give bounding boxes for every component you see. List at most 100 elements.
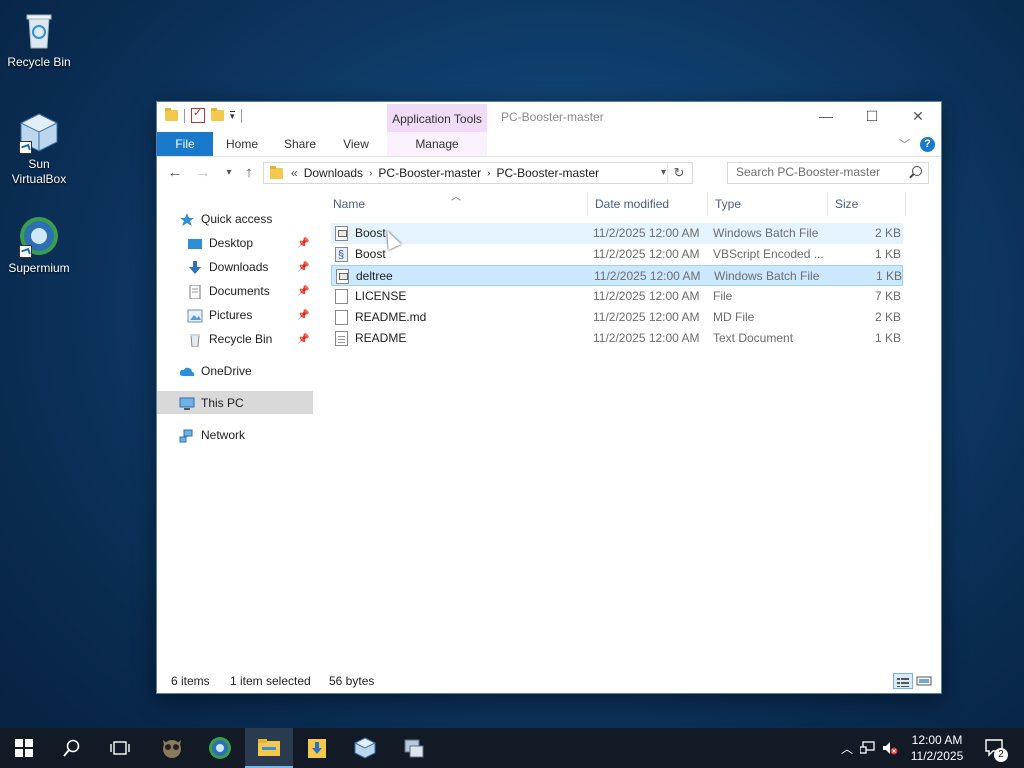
file-date: 11/2/2025 12:00 AM: [594, 269, 701, 283]
address-bar[interactable]: « Downloads › PC-Booster-master › PC-Boo…: [263, 162, 693, 184]
desktop-icon-label: Recycle Bin: [7, 55, 71, 69]
file-row-selected[interactable]: deltree 11/2/2025 12:00 AM Windows Batch…: [331, 265, 903, 286]
file-row[interactable]: README.md 11/2/2025 12:00 AM MD File 2 K…: [331, 307, 903, 328]
column-header-date-modified[interactable]: Date modified: [595, 192, 705, 216]
forward-arrow-icon[interactable]: →: [193, 163, 213, 183]
pin-icon: 📌: [297, 286, 310, 297]
recent-locations-chevron-icon[interactable]: ▾: [219, 163, 239, 183]
file-name: deltree: [356, 269, 393, 283]
back-arrow-icon[interactable]: ←: [165, 163, 185, 183]
customize-toolbar-chevron-icon[interactable]: ▾: [230, 111, 235, 121]
tab-home[interactable]: Home: [217, 132, 267, 156]
pin-icon: 📌: [297, 238, 310, 249]
computer-management-icon: [404, 739, 424, 758]
blank-file-icon: [335, 310, 348, 325]
large-icons-view-icon[interactable]: [915, 673, 935, 689]
network-status-icon[interactable]: [856, 741, 880, 755]
new-folder-icon[interactable]: [211, 108, 224, 121]
file-row[interactable]: Boost 11/2/2025 12:00 AM Windows Batch F…: [331, 223, 903, 244]
properties-icon[interactable]: [191, 106, 205, 123]
taskbar-file-explorer[interactable]: [245, 728, 293, 768]
column-divider: [827, 192, 828, 216]
desktop-icon-supermium[interactable]: Supermium: [2, 214, 76, 276]
breadcrumb-pc-booster-master-current[interactable]: PC-Booster-master: [490, 166, 605, 180]
desktop-icon-virtualbox[interactable]: Sun VirtualBox: [2, 110, 76, 187]
item-count: 6 items: [171, 674, 210, 688]
nav-quick-access[interactable]: Quick access: [179, 208, 272, 230]
system-tray: ︿: [838, 728, 900, 768]
tab-share[interactable]: Share: [275, 132, 325, 156]
search-button[interactable]: [48, 728, 96, 768]
nav-label: Downloads: [209, 260, 269, 274]
folder-download-icon: [308, 739, 326, 758]
file-name: README.md: [355, 310, 427, 324]
address-dropdown-icon[interactable]: ▾: [661, 163, 666, 183]
nav-downloads[interactable]: Downloads: [187, 256, 268, 278]
expand-ribbon-chevron-icon[interactable]: ﹀: [899, 136, 910, 152]
file-type: MD File: [713, 310, 755, 324]
show-hidden-icons-chevron-icon[interactable]: ︿: [838, 740, 856, 757]
search-input[interactable]: [728, 163, 906, 181]
desktop-icon: [187, 236, 203, 250]
taskbar-app-1[interactable]: [148, 728, 196, 768]
details-view-icon[interactable]: [893, 673, 913, 689]
maximize-button[interactable]: ☐: [849, 102, 895, 132]
file-row[interactable]: LICENSE 11/2/2025 12:00 AM File 7 KB: [331, 286, 903, 307]
nav-label: Quick access: [201, 212, 273, 226]
file-name: LICENSE: [355, 289, 407, 303]
nav-desktop[interactable]: Desktop: [187, 232, 253, 254]
breadcrumb-downloads[interactable]: Downloads: [298, 166, 369, 180]
taskbar-virtualbox[interactable]: [341, 728, 389, 768]
task-view-icon: [110, 741, 130, 755]
nav-pictures[interactable]: Pictures: [187, 304, 252, 326]
column-divider: [587, 192, 588, 216]
file-row[interactable]: Boost 11/2/2025 12:00 AM VBScript Encode…: [331, 244, 903, 266]
column-header-size[interactable]: Size: [835, 192, 895, 216]
tab-file[interactable]: File: [157, 132, 213, 156]
tab-manage[interactable]: Manage: [387, 132, 487, 156]
file-size: 2 KB: [874, 310, 901, 324]
volume-muted-icon[interactable]: [880, 741, 900, 755]
column-header-type[interactable]: Type: [715, 192, 815, 216]
taskbar: ︿ 12:00 AM 11/2/2025 2: [0, 728, 1024, 768]
minimize-button[interactable]: —: [803, 102, 849, 132]
action-center-button[interactable]: 2: [980, 728, 1010, 768]
file-name: Boost: [355, 247, 386, 261]
toolbar-divider: [184, 108, 185, 123]
title-bar[interactable]: ▾ Application Tools PC-Booster-master — …: [157, 102, 941, 132]
nav-documents[interactable]: Documents: [187, 280, 270, 302]
nav-label: This PC: [201, 396, 244, 410]
nav-label: Desktop: [209, 236, 254, 250]
start-button[interactable]: [0, 728, 48, 768]
taskbar-supermium[interactable]: [196, 728, 244, 768]
tab-view[interactable]: View: [331, 132, 381, 156]
selection-size: 56 bytes: [329, 674, 375, 688]
nav-this-pc[interactable]: This PC: [179, 392, 244, 414]
file-list: ︿ Name Date modified Type Size Boost 11/…: [329, 192, 941, 662]
file-type: Windows Batch File: [713, 226, 819, 240]
close-button[interactable]: ✕: [895, 102, 941, 132]
nav-onedrive[interactable]: OneDrive: [179, 360, 252, 382]
search-box[interactable]: [727, 162, 929, 184]
taskbar-clock[interactable]: 12:00 AM 11/2/2025: [902, 732, 972, 764]
virtualbox-icon: [17, 110, 61, 154]
task-view-button[interactable]: [96, 728, 144, 768]
search-icon[interactable]: [912, 166, 922, 176]
file-name: README: [355, 331, 407, 345]
breadcrumb-overflow[interactable]: «: [291, 166, 298, 180]
file-date: 11/2/2025 12:00 AM: [593, 247, 700, 261]
file-size: 1 KB: [874, 331, 901, 345]
refresh-icon[interactable]: ↻: [667, 163, 690, 183]
up-arrow-icon[interactable]: ↑: [239, 163, 259, 183]
help-icon[interactable]: ?: [920, 136, 935, 152]
desktop-icon-recycle-bin[interactable]: Recycle Bin: [2, 8, 76, 70]
column-header-name[interactable]: Name: [333, 192, 583, 216]
nav-network[interactable]: Network: [179, 424, 245, 446]
virtualbox-icon: [353, 737, 377, 759]
nav-recycle-bin[interactable]: Recycle Bin: [187, 328, 272, 350]
taskbar-app-installer[interactable]: [293, 728, 341, 768]
breadcrumb-pc-booster-master[interactable]: PC-Booster-master: [372, 166, 487, 180]
file-row[interactable]: README 11/2/2025 12:00 AM Text Document …: [331, 328, 903, 349]
file-type: File: [713, 289, 733, 303]
taskbar-app-computer[interactable]: [390, 728, 438, 768]
